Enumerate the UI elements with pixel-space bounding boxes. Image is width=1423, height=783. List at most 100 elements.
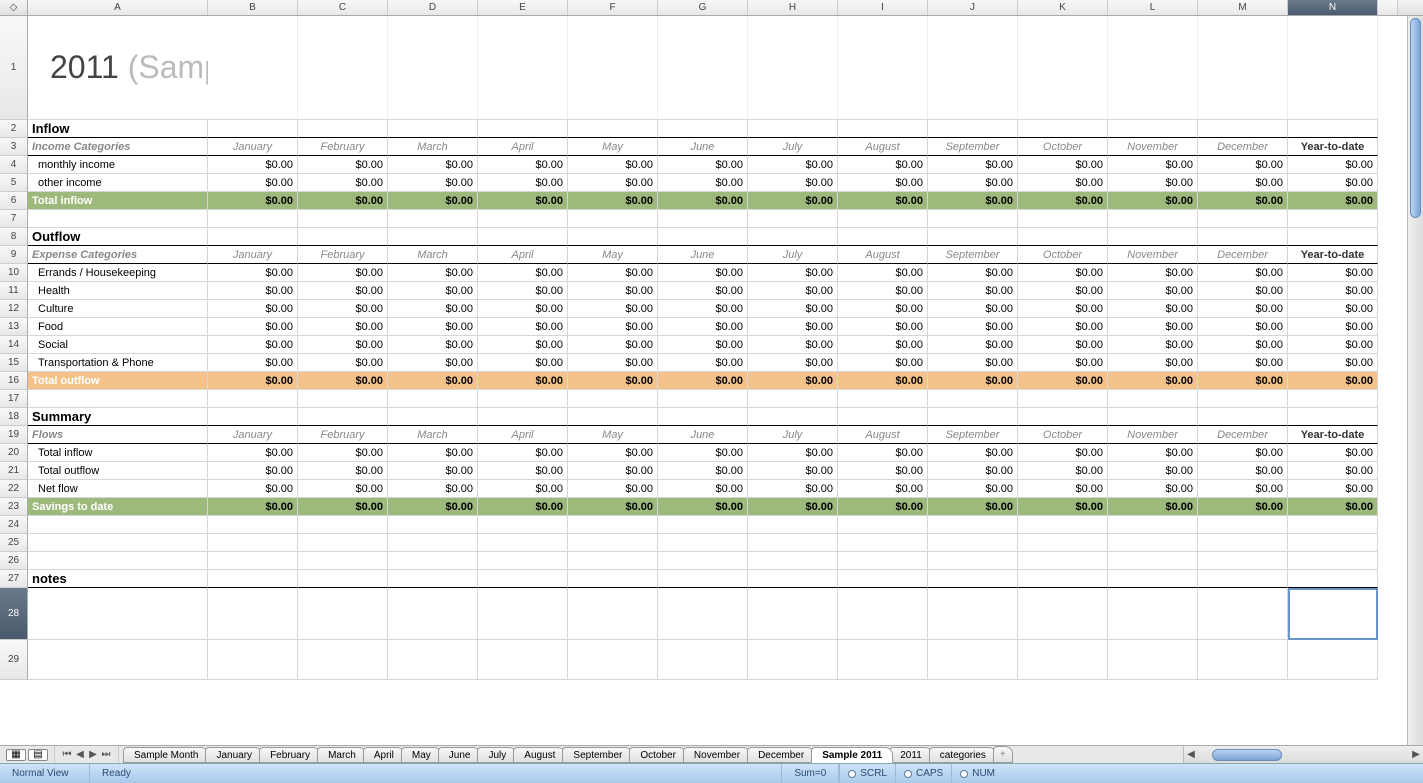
cell-L1[interactable]	[1108, 16, 1198, 120]
sheet-tab-december[interactable]: December	[747, 747, 815, 763]
cell-N27[interactable]	[1288, 570, 1378, 588]
cell-K22[interactable]: $0.00	[1018, 480, 1108, 498]
cell-E20[interactable]: $0.00	[478, 444, 568, 462]
row-header-13[interactable]: 13	[0, 318, 28, 336]
cell-N6[interactable]: $0.00	[1288, 192, 1378, 210]
row-header-24[interactable]: 24	[0, 516, 28, 534]
cell-A18[interactable]: Summary	[28, 408, 208, 426]
cell-G25[interactable]	[658, 534, 748, 552]
cell-B26[interactable]	[208, 552, 298, 570]
cell-N18[interactable]	[1288, 408, 1378, 426]
cell-J15[interactable]: $0.00	[928, 354, 1018, 372]
cell-H1[interactable]	[748, 16, 838, 120]
horizontal-scrollbar[interactable]: ◀ ▶	[1183, 746, 1423, 763]
cell-H24[interactable]	[748, 516, 838, 534]
cell-C9[interactable]: February	[298, 246, 388, 264]
cell-M27[interactable]	[1198, 570, 1288, 588]
cell-J18[interactable]	[928, 408, 1018, 426]
cell-L2[interactable]	[1108, 120, 1198, 138]
cell-G10[interactable]: $0.00	[658, 264, 748, 282]
cell-N28[interactable]	[1288, 588, 1378, 640]
cell-H17[interactable]	[748, 390, 838, 408]
sheet-tab-march[interactable]: March	[317, 747, 367, 763]
cell-D15[interactable]: $0.00	[388, 354, 478, 372]
row-header-3[interactable]: 3	[0, 138, 28, 156]
cell-K8[interactable]	[1018, 228, 1108, 246]
cell-E4[interactable]: $0.00	[478, 156, 568, 174]
cell-F19[interactable]: May	[568, 426, 658, 444]
cell-B11[interactable]: $0.00	[208, 282, 298, 300]
cell-L9[interactable]: November	[1108, 246, 1198, 264]
cell-E11[interactable]: $0.00	[478, 282, 568, 300]
cell-E25[interactable]	[478, 534, 568, 552]
row-header-5[interactable]: 5	[0, 174, 28, 192]
cell-D21[interactable]: $0.00	[388, 462, 478, 480]
cell-K4[interactable]: $0.00	[1018, 156, 1108, 174]
cell-G8[interactable]	[658, 228, 748, 246]
cell-M14[interactable]: $0.00	[1198, 336, 1288, 354]
cell-A13[interactable]: Food	[28, 318, 208, 336]
cell-M4[interactable]: $0.00	[1198, 156, 1288, 174]
cell-K5[interactable]: $0.00	[1018, 174, 1108, 192]
cell-B13[interactable]: $0.00	[208, 318, 298, 336]
cell-J9[interactable]: September	[928, 246, 1018, 264]
cell-J3[interactable]: September	[928, 138, 1018, 156]
cell-K16[interactable]: $0.00	[1018, 372, 1108, 390]
cell-L29[interactable]	[1108, 640, 1198, 680]
cell-F24[interactable]	[568, 516, 658, 534]
cell-H7[interactable]	[748, 210, 838, 228]
cell-G17[interactable]	[658, 390, 748, 408]
normal-view-button[interactable]: ▦	[6, 749, 26, 761]
sheet-tab-january[interactable]: January	[205, 747, 263, 763]
cell-J2[interactable]	[928, 120, 1018, 138]
cell-E10[interactable]: $0.00	[478, 264, 568, 282]
row-header-29[interactable]: 29	[0, 640, 28, 680]
cell-J5[interactable]: $0.00	[928, 174, 1018, 192]
cell-I17[interactable]	[838, 390, 928, 408]
cell-G14[interactable]: $0.00	[658, 336, 748, 354]
cell-B24[interactable]	[208, 516, 298, 534]
cell-K29[interactable]	[1018, 640, 1108, 680]
cell-J6[interactable]: $0.00	[928, 192, 1018, 210]
cell-L17[interactable]	[1108, 390, 1198, 408]
cell-D11[interactable]: $0.00	[388, 282, 478, 300]
cell-M8[interactable]	[1198, 228, 1288, 246]
cell-E23[interactable]: $0.00	[478, 498, 568, 516]
cell-B18[interactable]	[208, 408, 298, 426]
cell-D12[interactable]: $0.00	[388, 300, 478, 318]
cell-N15[interactable]: $0.00	[1288, 354, 1378, 372]
cell-C25[interactable]	[298, 534, 388, 552]
cell-K20[interactable]: $0.00	[1018, 444, 1108, 462]
sheet-tab-november[interactable]: November	[683, 747, 751, 763]
row-header-10[interactable]: 10	[0, 264, 28, 282]
cell-H23[interactable]: $0.00	[748, 498, 838, 516]
column-header-A[interactable]: A	[28, 0, 208, 15]
cell-N11[interactable]: $0.00	[1288, 282, 1378, 300]
cell-K19[interactable]: October	[1018, 426, 1108, 444]
cell-E17[interactable]	[478, 390, 568, 408]
tab-nav-last[interactable]: ⏭	[100, 749, 112, 761]
cell-B1[interactable]	[208, 16, 298, 120]
cell-M25[interactable]	[1198, 534, 1288, 552]
cell-I7[interactable]	[838, 210, 928, 228]
cell-A16[interactable]: Total outflow	[28, 372, 208, 390]
cell-E6[interactable]: $0.00	[478, 192, 568, 210]
cell-H3[interactable]: July	[748, 138, 838, 156]
cell-H18[interactable]	[748, 408, 838, 426]
cell-J16[interactable]: $0.00	[928, 372, 1018, 390]
row-header-9[interactable]: 9	[0, 246, 28, 264]
cell-I6[interactable]: $0.00	[838, 192, 928, 210]
cell-G1[interactable]	[658, 16, 748, 120]
cell-B17[interactable]	[208, 390, 298, 408]
cell-N23[interactable]: $0.00	[1288, 498, 1378, 516]
column-header-D[interactable]: D	[388, 0, 478, 15]
cell-A23[interactable]: Savings to date	[28, 498, 208, 516]
cell-L15[interactable]: $0.00	[1108, 354, 1198, 372]
row-header-25[interactable]: 25	[0, 534, 28, 552]
cell-K3[interactable]: October	[1018, 138, 1108, 156]
cell-C28[interactable]	[298, 588, 388, 640]
cell-D22[interactable]: $0.00	[388, 480, 478, 498]
cell-K6[interactable]: $0.00	[1018, 192, 1108, 210]
cell-G24[interactable]	[658, 516, 748, 534]
cell-H26[interactable]	[748, 552, 838, 570]
